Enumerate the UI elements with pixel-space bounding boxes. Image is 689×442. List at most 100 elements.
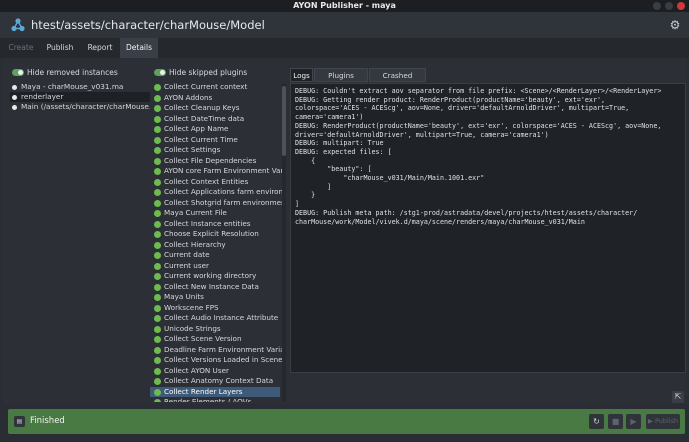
instance-item[interactable]: Maya - charMouse_v031.ma <box>10 82 150 92</box>
export-icon[interactable]: ⇱ <box>672 391 684 403</box>
plugin-item[interactable]: Collect Shotgrid farm environmen... <box>150 198 286 209</box>
plugin-item[interactable]: Collect Instance entities <box>150 219 280 230</box>
plugin-item[interactable]: Collect AYON User <box>150 366 280 377</box>
instance-label: Maya - charMouse_v031.ma <box>21 82 124 91</box>
plugin-item[interactable]: Unicode Strings <box>150 324 280 335</box>
close-button[interactable] <box>677 2 685 10</box>
plugin-item[interactable]: Collect Applications farm environ... <box>150 187 286 198</box>
minimize-button[interactable] <box>653 2 661 10</box>
plugin-item[interactable]: Collect Versions Loaded in Scene <box>150 355 283 366</box>
plugin-status-dot <box>154 294 161 301</box>
plugin-item[interactable]: Choose Explicit Resolution <box>150 229 280 240</box>
log-line: ] <box>295 200 300 209</box>
scrollbar-thumb[interactable] <box>282 86 286 156</box>
stop-icon[interactable]: ■ <box>608 414 623 429</box>
plugins-panel: Hide skipped plugins Collect Current con… <box>150 62 286 402</box>
plugin-item[interactable]: Render Elements / AOVs <box>150 397 280 402</box>
plugin-label: Collect Versions Loaded in Scene <box>164 355 283 364</box>
plugin-item[interactable]: Maya Units <box>150 292 280 303</box>
log-line: } <box>295 191 316 200</box>
instance-status-dot <box>12 94 17 100</box>
plugin-status-dot <box>154 367 161 375</box>
plugin-label: Collect Context Entities <box>164 176 249 186</box>
plugin-item[interactable]: Collect Settings <box>150 145 280 156</box>
plugin-label: Collect DateTime data <box>164 113 245 123</box>
plugin-label: Collect Audio Instance Attribute <box>164 313 279 322</box>
plugin-status-dot <box>154 220 161 228</box>
plugin-item[interactable]: Collect Scene Version <box>150 334 280 345</box>
plugin-status-dot <box>154 199 161 207</box>
maximize-button[interactable] <box>665 2 673 10</box>
plugin-status-dot <box>154 168 161 175</box>
plugin-item[interactable]: Collect Anatomy Context Data <box>150 376 280 387</box>
plugin-item[interactable]: Collect App Name <box>150 124 280 135</box>
plugin-status-dot <box>154 325 161 333</box>
plugin-item[interactable]: Maya Current File <box>150 208 280 219</box>
publish-status-bar: ▤ Finished ↻ ■ ▶ ▶ Publish <box>8 409 685 434</box>
plugin-label: Unicode Strings <box>164 323 221 333</box>
plugin-item[interactable]: Collect Cleanup Keys <box>150 103 280 114</box>
plugin-status-dot <box>154 189 161 196</box>
plugin-label: Collect AYON User <box>164 365 229 375</box>
log-line: driver='defaultArnoldDriver', multipart=… <box>295 130 549 139</box>
plugin-item[interactable]: Collect Context Entities <box>150 177 280 188</box>
plugin-item[interactable]: Workscene FPS <box>150 303 280 314</box>
tab-publish[interactable]: Publish <box>42 38 78 58</box>
tab-plugins-details[interactable]: Plugins Details <box>314 68 368 94</box>
plugin-item[interactable]: Collect DateTime data <box>150 114 280 125</box>
plugin-label: Current user <box>164 260 209 270</box>
refresh-icon[interactable]: ↻ <box>589 414 604 429</box>
instance-status-dot <box>12 84 17 90</box>
plugin-label: Collect Cleanup Keys <box>164 103 240 112</box>
report-icon[interactable]: ▤ <box>14 416 25 427</box>
plugin-item[interactable]: AYON core Farm Environment Varia... <box>150 166 286 177</box>
plugin-label: AYON Addons <box>164 92 213 102</box>
plugin-status-dot <box>154 304 161 312</box>
tab-report[interactable]: Report <box>80 38 120 58</box>
plugin-label: Maya Current File <box>164 208 227 217</box>
plugin-item[interactable]: Collect Current context <box>150 82 280 93</box>
log-text: DEBUG: Couldn't extract aov separator fr… <box>295 87 681 226</box>
instance-status-dot <box>12 104 17 110</box>
instance-label: renderlayer <box>21 92 64 101</box>
hide-skipped-toggle[interactable] <box>154 69 166 76</box>
hide-skipped-label: Hide skipped plugins <box>169 68 248 77</box>
tab-crashed-plugins[interactable]: Crashed plugins <box>369 68 426 94</box>
tab-details[interactable]: Details <box>120 38 158 58</box>
log-output[interactable]: DEBUG: Couldn't extract aov separator fr… <box>290 83 686 373</box>
plugin-label: Collect Scene Version <box>164 334 242 343</box>
plugin-label: Render Elements / AOVs <box>164 397 252 402</box>
plugin-label: Collect Settings <box>164 145 221 154</box>
plugin-item[interactable]: Collect Render Layers <box>150 386 280 397</box>
plugin-item[interactable]: Collect File Dependencies <box>150 156 280 167</box>
publish-button[interactable]: ▶ Publish <box>646 414 680 429</box>
log-line: "beauty": [ <box>295 165 372 174</box>
plugin-item[interactable]: Current working directory <box>150 271 280 282</box>
tab-logs[interactable]: Logs <box>290 68 313 82</box>
plugin-status-dot <box>154 94 161 102</box>
plugin-item[interactable]: Collect Audio Instance Attribute <box>150 313 280 324</box>
plugin-status-dot <box>154 136 161 144</box>
tab-create[interactable]: Create <box>0 38 42 58</box>
hide-removed-toggle[interactable] <box>12 69 24 76</box>
plugin-status-dot <box>154 357 161 364</box>
context-path: htest/assets/character/charMouse/Model <box>31 18 265 32</box>
instance-item[interactable]: renderlayer <box>10 92 150 102</box>
plugin-label: Workscene FPS <box>164 302 219 312</box>
gear-icon[interactable]: ⚙ <box>668 18 682 32</box>
plugin-status-dot <box>154 241 161 249</box>
plugin-item[interactable]: Collect New Instance Data <box>150 282 280 293</box>
play-icon[interactable]: ▶ <box>626 414 641 429</box>
plugin-list-scrollbar[interactable] <box>282 84 286 402</box>
plugin-item[interactable]: Current user <box>150 261 280 272</box>
plugin-status-dot <box>154 157 161 165</box>
plugin-item[interactable]: Collect Current Time <box>150 135 280 146</box>
plugin-item[interactable]: Deadline Farm Environment Varia... <box>150 345 286 356</box>
instance-item[interactable]: Main (/assets/character/charMouse... <box>10 102 150 112</box>
plugin-status-dot <box>154 252 161 259</box>
plugin-item[interactable]: Collect Hierarchy <box>150 240 280 251</box>
plugin-item[interactable]: AYON Addons <box>150 93 280 104</box>
plugin-label: Maya Units <box>164 292 204 301</box>
plugin-item[interactable]: Current date <box>150 250 280 261</box>
plugin-label: Current date <box>164 250 210 259</box>
